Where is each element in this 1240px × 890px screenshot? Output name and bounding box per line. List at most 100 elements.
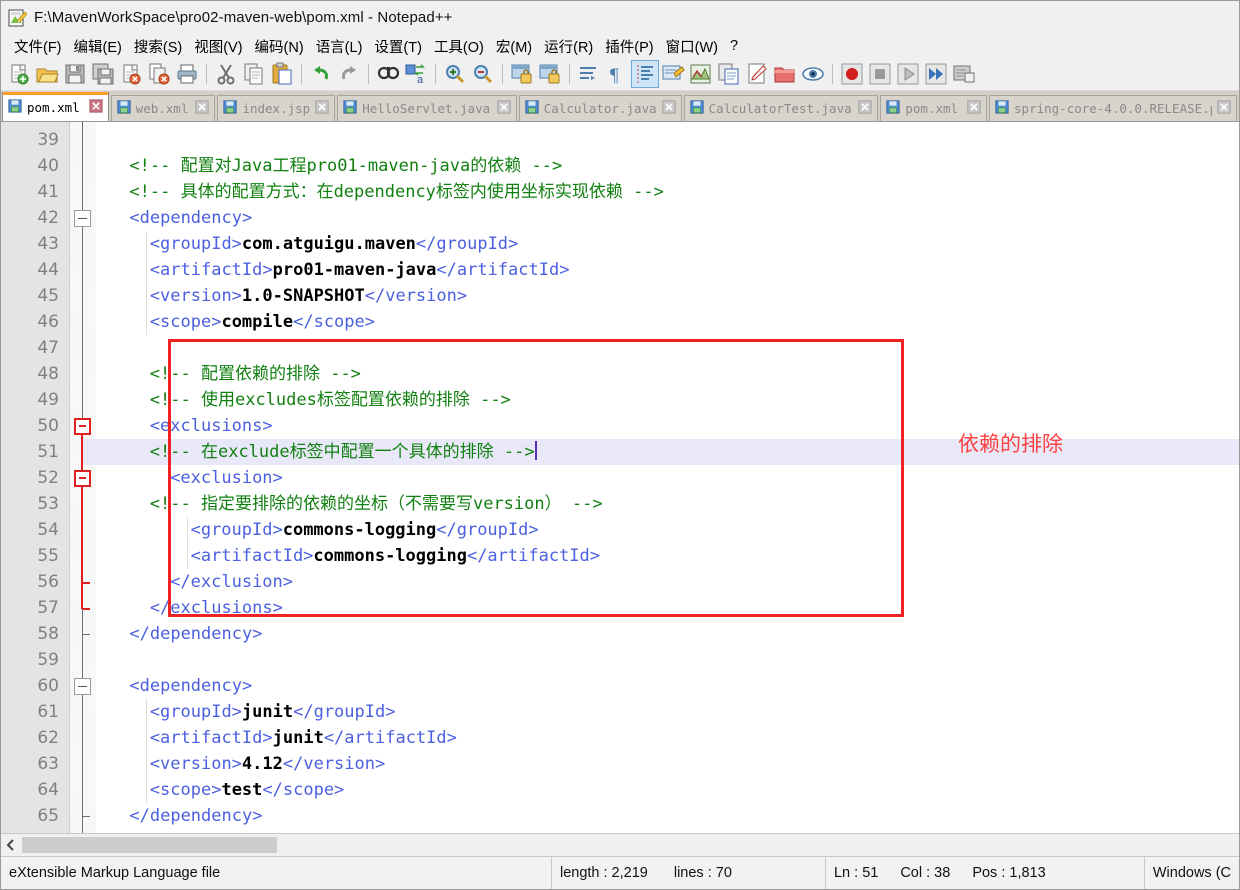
- tab-close-icon[interactable]: [1217, 100, 1231, 117]
- menu-edit[interactable]: 编辑(E): [68, 34, 128, 59]
- tab-close-icon[interactable]: [858, 100, 872, 117]
- horizontal-scrollbar[interactable]: [1, 833, 1239, 856]
- menu-window[interactable]: 窗口(W): [660, 34, 724, 59]
- menu-language[interactable]: 语言(L): [310, 34, 369, 59]
- tab-calculatortest-java[interactable]: CalculatorTest.java: [683, 95, 879, 121]
- new-file-icon[interactable]: [6, 61, 32, 87]
- find-icon[interactable]: [375, 61, 401, 87]
- sync-horizontal-scroll-icon[interactable]: [537, 61, 563, 87]
- show-all-characters-icon[interactable]: ¶: [604, 61, 630, 87]
- tab-web-xml[interactable]: web.xml: [110, 95, 216, 121]
- undo-icon[interactable]: [308, 61, 334, 87]
- toolbar-separator: [368, 64, 369, 84]
- fold-toggle-50[interactable]: [74, 418, 91, 435]
- status-file-type-label: eXtensible Markup Language file: [9, 865, 221, 881]
- copy-icon[interactable]: [241, 61, 267, 87]
- menu-help[interactable]: ?: [724, 36, 744, 56]
- code-folding-margin[interactable]: [69, 122, 96, 833]
- cut-icon[interactable]: [213, 61, 239, 87]
- line-number: 45: [37, 286, 59, 306]
- save-all-icon[interactable]: [90, 61, 116, 87]
- menu-view[interactable]: 视图(V): [188, 34, 248, 59]
- word-wrap-icon[interactable]: [576, 61, 602, 87]
- line-number: 52: [37, 468, 59, 488]
- code-token-tag: <scope>: [149, 312, 222, 332]
- close-file-icon[interactable]: [118, 61, 144, 87]
- line-number: 53: [37, 494, 59, 514]
- code-token-tag: <artifactId>: [149, 260, 273, 280]
- user-defined-language-icon[interactable]: [660, 61, 686, 87]
- file-disk-icon: [117, 100, 131, 117]
- code-line: <!-- 具体的配置方式：在dependency标签内使用坐标实现依赖 -->: [96, 179, 1239, 205]
- indent-guide: [145, 699, 147, 803]
- status-caret-position: Ln : 51 Col : 38 Pos : 1,813: [826, 857, 1145, 889]
- line-number: 62: [37, 728, 59, 748]
- playback-macro-icon[interactable]: [895, 61, 921, 87]
- scrollbar-thumb[interactable]: [22, 837, 277, 853]
- record-macro-icon[interactable]: [839, 61, 865, 87]
- tab-index-jsp[interactable]: index.jsp: [217, 95, 336, 121]
- document-switcher-icon[interactable]: [744, 61, 770, 87]
- code-canvas[interactable]: <!-- 配置对Java工程pro01-maven-java的依赖 --> <!-…: [96, 122, 1239, 833]
- zoom-out-icon[interactable]: [470, 61, 496, 87]
- menu-settings[interactable]: 设置(T): [368, 34, 428, 59]
- tab-close-icon[interactable]: [315, 100, 329, 117]
- open-file-icon[interactable]: [34, 61, 60, 87]
- tab-close-icon[interactable]: [967, 100, 981, 117]
- tab-close-icon[interactable]: [89, 98, 103, 116]
- line-number: 44: [37, 260, 59, 280]
- run-macro-multiple-icon[interactable]: [923, 61, 949, 87]
- save-macro-icon[interactable]: [951, 61, 977, 87]
- fold-toggle-42[interactable]: [74, 210, 91, 227]
- menu-file[interactable]: 文件(F): [8, 34, 68, 59]
- show-indent-guide-icon[interactable]: [631, 60, 659, 88]
- tab-close-icon[interactable]: [195, 100, 210, 117]
- sync-vertical-scroll-icon[interactable]: [509, 61, 535, 87]
- tab-spring-core-4-0-0-release-p[interactable]: spring-core-4.0.0.RELEASE.p: [989, 95, 1238, 121]
- tab-close-icon[interactable]: [497, 100, 511, 117]
- close-all-icon[interactable]: [146, 61, 172, 87]
- scrollbar-track[interactable]: [22, 837, 1238, 853]
- tab-close-icon[interactable]: [662, 100, 676, 117]
- menu-macro[interactable]: 宏(M): [490, 34, 538, 59]
- code-token-tag: <groupId>: [149, 702, 242, 722]
- line-number: 46: [37, 312, 59, 332]
- menu-search[interactable]: 搜索(S): [128, 34, 188, 59]
- status-col: Col : 38: [900, 865, 951, 881]
- code-line: <groupId>com.atguigu.maven</groupId>: [96, 231, 1239, 257]
- menu-tools[interactable]: 工具(O): [428, 34, 490, 59]
- tab-label: spring-core-4.0.0.RELEASE.p: [1014, 101, 1213, 116]
- fold-end-tick: [82, 582, 90, 584]
- monitoring-icon[interactable]: [800, 61, 826, 87]
- code-token-txt: 1.0-SNAPSHOT: [241, 286, 365, 306]
- code-token-cmt: <!-- 使用excludes标签配置依赖的排除 -->: [149, 390, 511, 410]
- code-token-tag: </exclusion>: [170, 572, 294, 592]
- save-icon[interactable]: [62, 61, 88, 87]
- menu-plugins[interactable]: 插件(P): [599, 34, 659, 59]
- function-list-icon[interactable]: [716, 61, 742, 87]
- line-number: 41: [37, 182, 59, 202]
- menu-run[interactable]: 运行(R): [538, 34, 599, 59]
- paste-icon[interactable]: [269, 61, 295, 87]
- scroll-left-icon[interactable]: [1, 835, 21, 855]
- fold-toggle-52[interactable]: [74, 470, 91, 487]
- toolbar-separator: [502, 64, 503, 84]
- tab-pom-xml[interactable]: pom.xml: [2, 92, 109, 121]
- tab-label: CalculatorTest.java: [708, 101, 852, 116]
- tab-pom-xml[interactable]: pom.xml: [880, 95, 988, 121]
- tab-helloservlet-java[interactable]: HelloServlet.java: [337, 95, 517, 121]
- editor-area[interactable]: 39 40 41 42 43 44 45 46 47 48 49 50 51 52 53 54 55 56 57 58…: [1, 122, 1239, 833]
- print-icon[interactable]: [174, 61, 200, 87]
- redo-icon[interactable]: [336, 61, 362, 87]
- folder-as-workspace-icon[interactable]: [772, 61, 798, 87]
- line-number-gutter: 39 40 41 42 43 44 45 46 47 48 49 50 51 52 53 54 55 56 57 58…: [1, 122, 69, 833]
- stop-recording-icon[interactable]: [867, 61, 893, 87]
- tab-calculator-java[interactable]: Calculator.java: [518, 95, 682, 121]
- code-line: </exclusion>: [96, 569, 1239, 595]
- zoom-in-icon[interactable]: [442, 61, 468, 87]
- document-map-icon[interactable]: [688, 61, 714, 87]
- replace-icon[interactable]: a: [403, 61, 429, 87]
- menu-encoding[interactable]: 编码(N): [249, 34, 310, 59]
- fold-toggle-60[interactable]: [74, 678, 91, 695]
